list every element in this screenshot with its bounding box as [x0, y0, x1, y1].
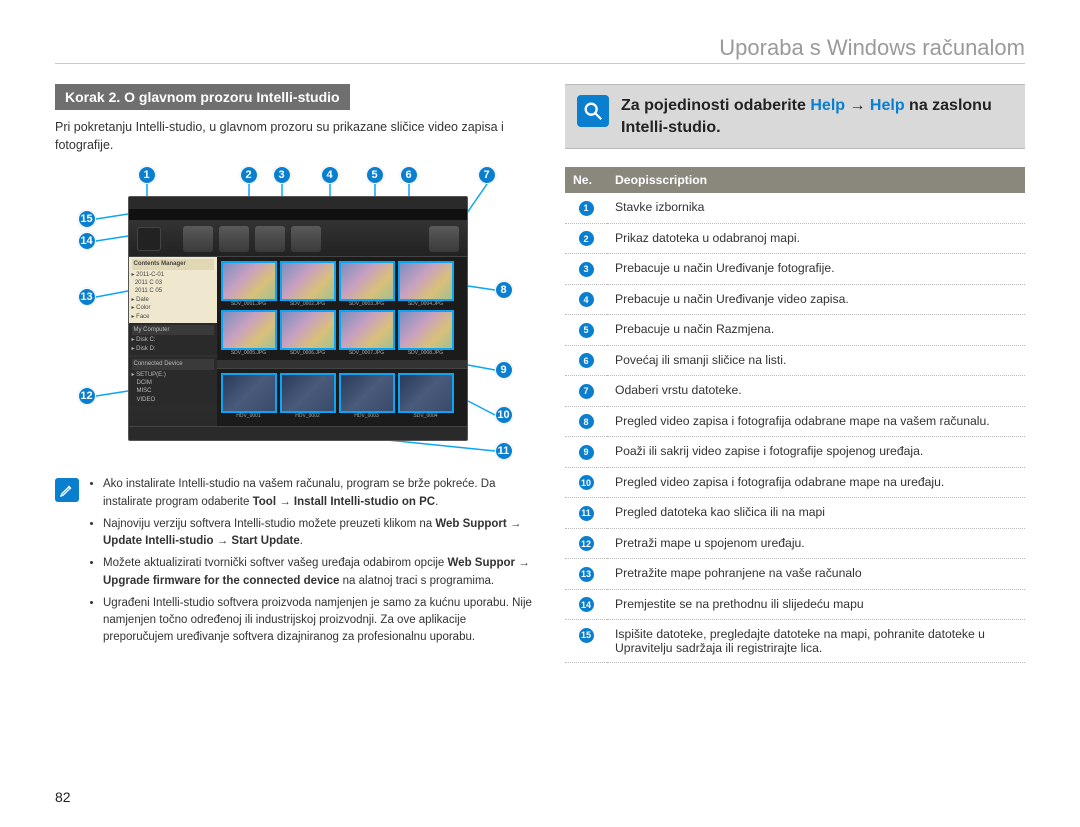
row-number-badge: 9	[579, 445, 594, 460]
help-text: Za pojedinosti odaberite Help → Help na …	[621, 95, 1013, 138]
notes-list: Ako instalirate Intelli-studio na vašem …	[103, 476, 535, 651]
table-row: 14 Premjestite se na prethodnu ili slijed…	[565, 589, 1025, 620]
page-number: 82	[55, 789, 71, 805]
description-table: Ne. Deopisscription 1 Stavke izbornika 2 Pr…	[565, 167, 1025, 663]
row-number-badge: 3	[579, 262, 594, 277]
note-item: Možete aktualizirati tvornički softver v…	[103, 555, 535, 590]
table-row: 10 Pregled video zapisa i fotografija oda…	[565, 467, 1025, 498]
table-row: 15 Ispišite datoteke, pregledajte datotek…	[565, 620, 1025, 663]
diagram-label: 6	[400, 166, 418, 184]
note-item: Najnoviju verziju softvera Intelli-studi…	[103, 516, 535, 551]
table-row: 9 Poaži ili sakrij video zapise i fotogra…	[565, 437, 1025, 468]
row-number-badge: 13	[579, 567, 594, 582]
table-row: 5 Prebacuje u način Razmjena.	[565, 315, 1025, 346]
row-number-badge: 12	[579, 536, 594, 551]
table-row: 3 Prebacuje u način Uređivanje fotografij…	[565, 254, 1025, 285]
magnifier-icon	[577, 95, 609, 127]
row-number-badge: 4	[579, 292, 594, 307]
diagram-label: 15	[78, 210, 96, 228]
diagram-label: 12	[78, 387, 96, 405]
row-number-badge: 1	[579, 201, 594, 216]
row-number-badge: 7	[579, 384, 594, 399]
diagram-label: 14	[78, 232, 96, 250]
diagram-label: 9	[495, 361, 513, 379]
row-description: Pretraži mape u spojenom uređaju.	[607, 528, 1025, 559]
diagram-label: 11	[495, 442, 513, 460]
table-row: 1 Stavke izbornika	[565, 193, 1025, 223]
row-number-badge: 15	[579, 628, 594, 643]
table-row: 7 Odaberi vrstu datoteke.	[565, 376, 1025, 407]
step-heading: Korak 2. O glavnom prozoru Intelli-studi…	[55, 84, 350, 110]
table-row: 12 Pretraži mape u spojenom uređaju.	[565, 528, 1025, 559]
app-window-mock: Contents Manager ▸ 2011-C-01 2011 C 03 2…	[128, 196, 468, 441]
diagram-label: 10	[495, 406, 513, 424]
help-callout: Za pojedinosti odaberite Help → Help na …	[565, 84, 1025, 149]
note-item: Ugrađeni Intelli-studio softvera proizvo…	[103, 595, 535, 647]
row-description: Prebacuje u način Uređivanje video zapis…	[607, 284, 1025, 315]
row-description: Ispišite datoteke, pregledajte datoteke …	[607, 620, 1025, 663]
row-number-badge: 5	[579, 323, 594, 338]
page-header-title: Uporaba s Windows računalom	[55, 35, 1025, 64]
row-number-badge: 6	[579, 353, 594, 368]
diagram-label: 2	[240, 166, 258, 184]
row-description: Prebacuje u način Uređivanje fotografije…	[607, 254, 1025, 285]
row-number-badge: 2	[579, 231, 594, 246]
row-description: Pregled video zapisa i fotografija odabr…	[607, 467, 1025, 498]
row-description: Stavke izbornika	[607, 193, 1025, 223]
diagram-label: 5	[366, 166, 384, 184]
row-description: Pregled video zapisa i fotografija odabr…	[607, 406, 1025, 437]
table-row: 8 Pregled video zapisa i fotografija odab…	[565, 406, 1025, 437]
row-number-badge: 14	[579, 597, 594, 612]
table-row: 2 Prikaz datoteka u odabranoj mapi.	[565, 223, 1025, 254]
row-description: Premjestite se na prethodnu ili slijedeć…	[607, 589, 1025, 620]
table-header-desc: Deopisscription	[607, 167, 1025, 193]
row-description: Odaberi vrstu datoteke.	[607, 376, 1025, 407]
row-description: Prikaz datoteka u odabranoj mapi.	[607, 223, 1025, 254]
row-number-badge: 8	[579, 414, 594, 429]
note-item: Ako instalirate Intelli-studio na vašem …	[103, 476, 535, 511]
table-row: 4 Prebacuje u način Uređivanje video zapi…	[565, 284, 1025, 315]
intelli-studio-diagram: 1 2 3 4 5 6 7 15 14 13 12 8 9 10 11	[68, 166, 523, 461]
intro-paragraph: Pri pokretanju Intelli-studio, u glavnom…	[55, 118, 535, 154]
row-description: Pretražite mape pohranjene na vaše račun…	[607, 559, 1025, 590]
row-description: Prebacuje u način Razmjena.	[607, 315, 1025, 346]
table-header-num: Ne.	[565, 167, 607, 193]
diagram-label: 7	[478, 166, 496, 184]
diagram-label: 1	[138, 166, 156, 184]
pencil-icon	[55, 478, 79, 502]
table-row: 13 Pretražite mape pohranjene na vaše rač…	[565, 559, 1025, 590]
table-row: 6 Povećaj ili smanji sličice na listi.	[565, 345, 1025, 376]
row-number-badge: 10	[579, 475, 594, 490]
diagram-label: 3	[273, 166, 291, 184]
diagram-label: 4	[321, 166, 339, 184]
row-description: Pregled datoteka kao sličica ili na mapi	[607, 498, 1025, 529]
row-description: Poaži ili sakrij video zapise i fotograf…	[607, 437, 1025, 468]
table-row: 11 Pregled datoteka kao sličica ili na ma…	[565, 498, 1025, 529]
diagram-label: 13	[78, 288, 96, 306]
row-number-badge: 11	[579, 506, 594, 521]
diagram-label: 8	[495, 281, 513, 299]
row-description: Povećaj ili smanji sličice na listi.	[607, 345, 1025, 376]
